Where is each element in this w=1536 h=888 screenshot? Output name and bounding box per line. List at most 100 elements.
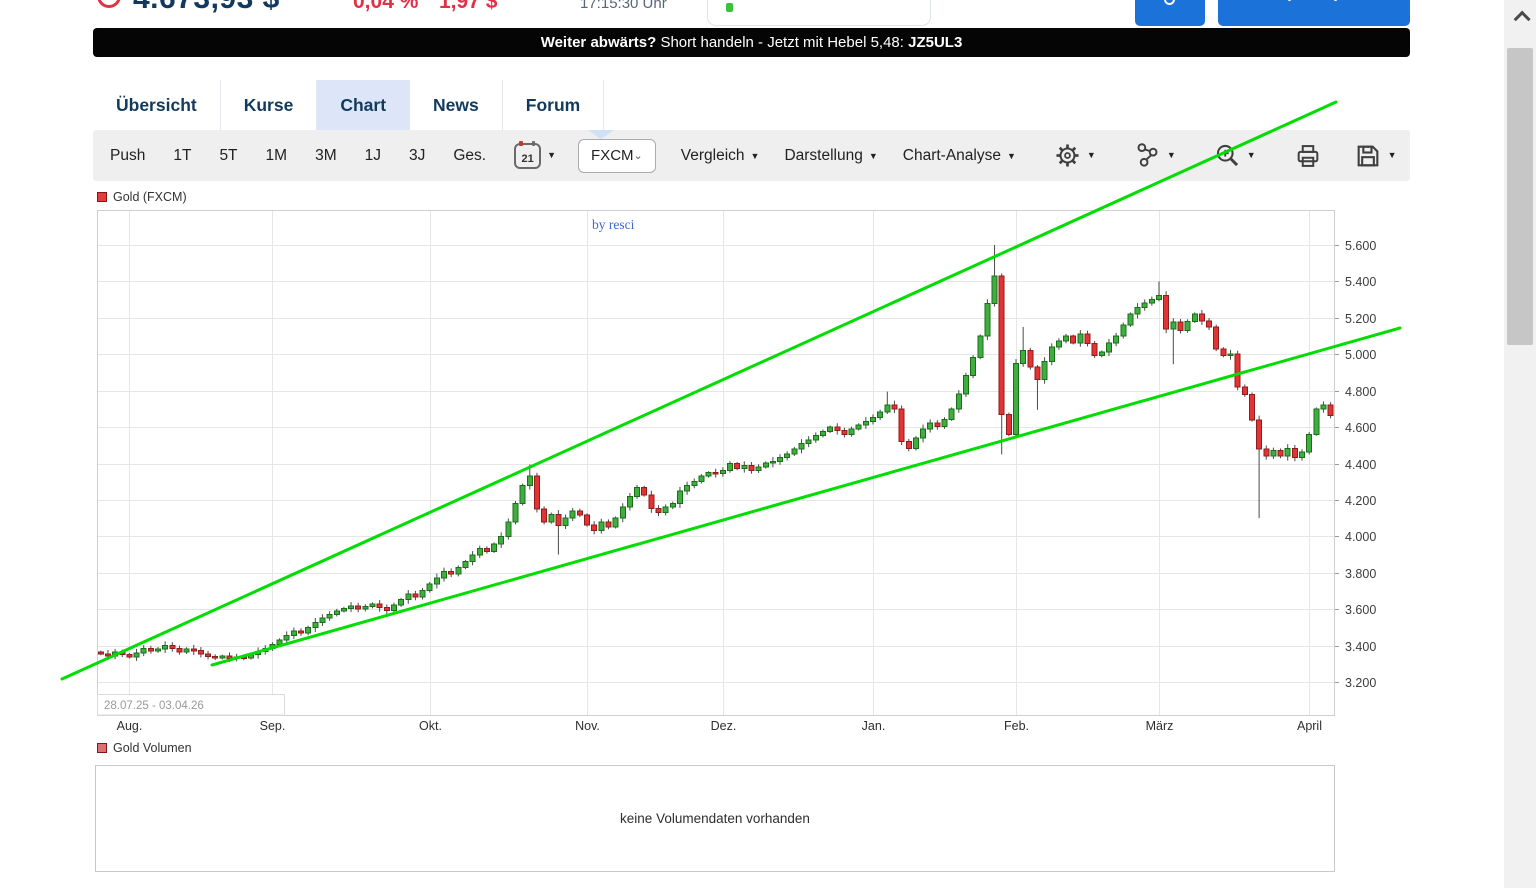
- share-nodes-icon: [1137, 143, 1158, 167]
- toolbar-notch: [588, 130, 614, 139]
- tab-kurse[interactable]: Kurse: [220, 80, 318, 130]
- chevron-up-icon: [1513, 10, 1531, 28]
- menu-label: Darstellung: [784, 146, 863, 164]
- scroll-up-button[interactable]: [1504, 0, 1536, 34]
- menu-chart-analyse[interactable]: Chart-Analyse ▼: [903, 147, 1016, 165]
- range-5t[interactable]: 5T: [219, 147, 237, 165]
- header-strip: 4.673,93 $ 0,04 % 1,97 $ 17:15:30 Uhr: [93, 0, 1410, 27]
- zoom-button[interactable]: ▼: [1214, 142, 1256, 169]
- zoom-in-icon: [1216, 144, 1238, 167]
- legend-swatch-icon: [97, 192, 107, 202]
- trendline: [210, 326, 1402, 667]
- y-axis-tick-label: 3.600: [1345, 603, 1376, 617]
- x-axis-month-label: Nov.: [575, 719, 600, 733]
- x-axis-month-label: April: [1297, 719, 1322, 733]
- y-axis-tick-label: 3.200: [1345, 676, 1376, 690]
- range-1m[interactable]: 1M: [266, 147, 288, 165]
- y-axis-tick-label: 3.400: [1345, 640, 1376, 654]
- chevron-down-icon: ▼: [750, 150, 760, 161]
- alarm-button[interactable]: [1135, 0, 1205, 26]
- exchange-select[interactable]: FXCM ⌄: [578, 138, 656, 173]
- instrument-logo-icon: [97, 0, 121, 8]
- chart-watermark: by resci: [592, 217, 635, 232]
- instrument-price: 4.673,93 $: [133, 0, 280, 16]
- chevron-down-icon: ▼: [1006, 150, 1016, 161]
- menu-vergleich[interactable]: Vergleich ▼: [681, 147, 760, 165]
- x-axis-month-label: Feb.: [1004, 719, 1029, 733]
- date-range-label: 28.07.25 - 03.04.26: [104, 700, 204, 712]
- range-1j[interactable]: 1J: [365, 147, 381, 165]
- chevron-down-icon: ▼: [1387, 149, 1397, 160]
- page-scrollbar[interactable]: [1504, 0, 1536, 888]
- settings-button[interactable]: ▼: [1054, 142, 1096, 169]
- tab-forum[interactable]: Forum: [502, 80, 605, 130]
- status-dot-icon: [726, 3, 733, 12]
- quote-time: 17:15:30 Uhr: [580, 0, 667, 12]
- y-axis-tick-label: 3.800: [1345, 567, 1376, 581]
- y-axis-tick-label: 4.000: [1345, 530, 1376, 544]
- menu-label: Vergleich: [680, 146, 745, 164]
- tab-uebersicht[interactable]: Übersicht: [93, 80, 221, 130]
- y-axis-tick-label: 5.600: [1345, 239, 1376, 253]
- range-1t[interactable]: 1T: [173, 147, 191, 165]
- y-axis-tick-label: 4.400: [1345, 458, 1376, 472]
- exchange-selected-value: FXCM: [591, 147, 634, 164]
- chevron-down-icon: ▼: [1246, 149, 1256, 160]
- range-3j[interactable]: 3J: [409, 147, 425, 165]
- y-axis-tick-label: 5.400: [1345, 275, 1376, 289]
- x-axis-month-label: Dez.: [711, 719, 737, 733]
- chevron-down-icon: ▼: [868, 150, 878, 161]
- button-glyph-fragment: [1288, 0, 1291, 1]
- promo-banner[interactable]: Weiter abwärts? Short handeln - Jetzt mi…: [93, 28, 1410, 57]
- range-ges[interactable]: Ges.: [453, 147, 486, 165]
- tab-news[interactable]: News: [410, 80, 503, 130]
- y-axis-tick-label: 5.200: [1345, 312, 1376, 326]
- gear-icon: [1056, 144, 1079, 167]
- printer-icon: [1297, 144, 1318, 167]
- chevron-down-icon: ▼: [1086, 149, 1096, 160]
- banner-lead: Weiter abwärts?: [540, 34, 657, 51]
- y-axis-tick-label: 4.600: [1345, 421, 1376, 435]
- banner-wkn: JZ5UL3: [908, 34, 963, 51]
- date-range-box: 28.07.25 - 03.04.26: [97, 694, 285, 716]
- chevron-down-icon: ▼: [547, 149, 557, 160]
- y-axis-tick-label: 4.200: [1345, 494, 1376, 508]
- menu-darstellung[interactable]: Darstellung ▼: [784, 147, 877, 165]
- change-percent: 0,04 %: [353, 0, 419, 13]
- chart-grid: 3.200 3.400 3.600 3.800 4.000 4.200 4.400 4.600…: [97, 210, 1376, 733]
- candlestick-series: [97, 245, 1334, 663]
- range-3m[interactable]: 3M: [315, 147, 337, 165]
- calendar-icon: 21: [514, 140, 542, 169]
- bell-icon: [1164, 0, 1175, 5]
- volume-empty-message: keine Volumendaten vorhanden: [620, 811, 810, 826]
- x-axis-month-label: Jan.: [862, 719, 886, 733]
- print-button[interactable]: [1294, 142, 1322, 170]
- scrollbar-thumb[interactable]: [1507, 48, 1533, 345]
- floppy-save-icon: [1357, 145, 1379, 166]
- x-axis-month-label: Sep.: [260, 719, 286, 733]
- legend-label: Gold (FXCM): [113, 190, 187, 204]
- x-axis-month-label: März: [1146, 719, 1174, 733]
- chart-legend: Gold (FXCM): [97, 190, 187, 204]
- volume-panel: keine Volumendaten vorhanden: [95, 765, 1335, 872]
- change-absolute: 1,97 $: [439, 0, 498, 13]
- date-picker[interactable]: 21 ▼: [514, 140, 557, 169]
- trade-button[interactable]: [1218, 0, 1410, 26]
- button-glyph-fragment: [1334, 0, 1337, 1]
- chart-toolbar: Push 1T 5T 1M 3M 1J 3J Ges. 21 ▼ FXCM ⌄ …: [93, 130, 1410, 181]
- save-button[interactable]: ▼: [1354, 142, 1397, 170]
- section-tabs: Übersicht Kurse Chart News Forum: [93, 80, 605, 130]
- x-axis-month-label: Aug.: [117, 719, 143, 733]
- tab-chart[interactable]: Chart: [317, 80, 411, 130]
- menu-label: Chart-Analyse: [902, 146, 1001, 164]
- legend-swatch-icon: [97, 743, 107, 753]
- indicators-button[interactable]: ▼: [1134, 142, 1176, 169]
- watchlist-widget[interactable]: [707, 0, 931, 26]
- y-axis-tick-label: 5.000: [1345, 348, 1376, 362]
- y-axis-tick-label: 4.800: [1345, 385, 1376, 399]
- volume-legend: Gold Volumen: [97, 741, 192, 755]
- volume-legend-label: Gold Volumen: [113, 741, 192, 755]
- range-push[interactable]: Push: [110, 147, 145, 165]
- trendline: [60, 100, 1338, 681]
- chevron-down-icon: ▼: [1166, 149, 1176, 160]
